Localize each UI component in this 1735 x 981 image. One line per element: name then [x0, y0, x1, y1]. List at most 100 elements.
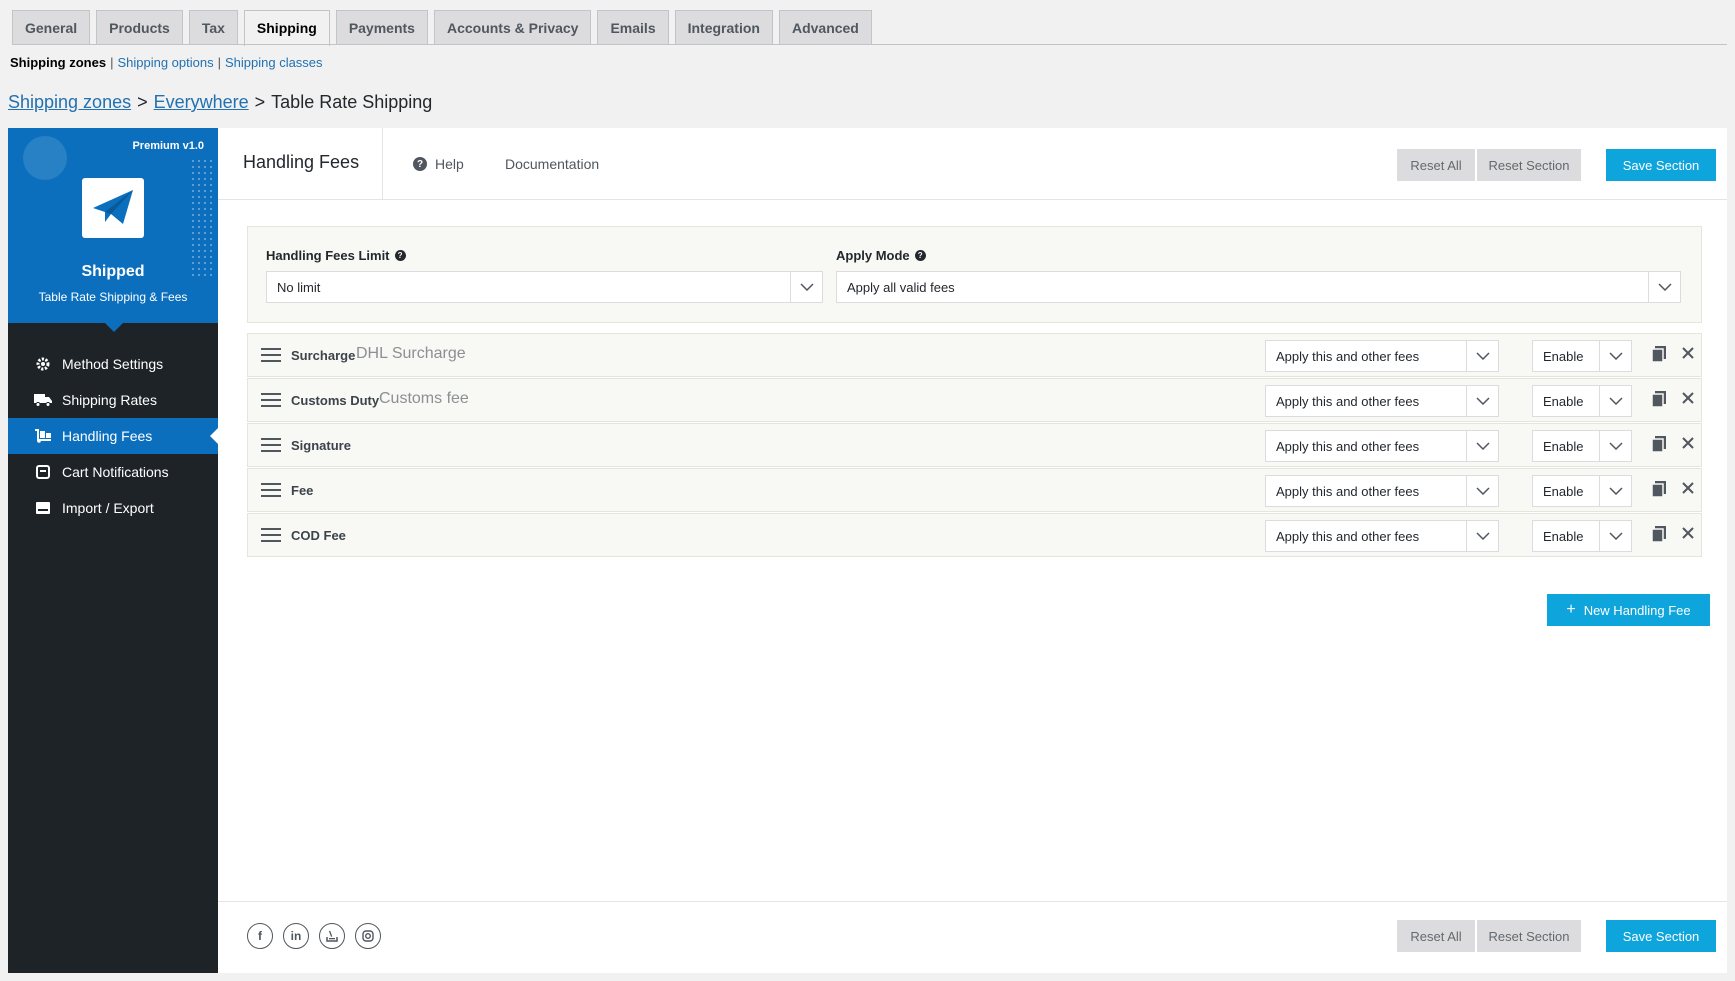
duplicate-icon[interactable] [1651, 481, 1666, 502]
sidebar-item-shipping-rates[interactable]: Shipping Rates [8, 382, 218, 418]
tab-shipping[interactable]: Shipping [243, 10, 330, 46]
decorative-dots [190, 158, 212, 278]
linkedin-icon[interactable]: in [283, 923, 309, 949]
plugin-panel: Premium v1.0 Shipped Table Rate Shipping… [8, 128, 1727, 973]
chevron-down-icon [1599, 386, 1631, 416]
duplicate-icon[interactable] [1651, 526, 1666, 547]
duplicate-icon[interactable] [1651, 346, 1666, 367]
breadcrumb-separator: > [254, 92, 266, 112]
close-icon[interactable] [1682, 526, 1694, 544]
chevron-down-icon [1466, 386, 1498, 416]
question-icon[interactable]: ? [394, 250, 406, 261]
fee-mode-select[interactable]: Apply this and other fees [1265, 520, 1499, 552]
new-handling-fee-button[interactable]: + New Handling Fee [1547, 594, 1710, 626]
drag-handle-icon[interactable] [261, 526, 281, 549]
import-export-icon [34, 499, 52, 517]
close-icon[interactable] [1682, 481, 1694, 499]
breadcrumb-everywhere[interactable]: Everywhere [154, 92, 249, 113]
reset-all-button[interactable]: Reset All [1397, 149, 1475, 181]
chevron-down-icon [1466, 476, 1498, 506]
page-title: Handling Fees [243, 152, 360, 172]
fee-row: Fee Apply this and other fees Enable [247, 468, 1702, 512]
fee-description: DHL Surcharge [356, 345, 466, 362]
save-section-button[interactable]: Save Section [1606, 149, 1716, 181]
select-value: Apply all valid fees [847, 279, 955, 295]
subnav-separator: | [110, 55, 114, 70]
fee-status-select[interactable]: Enable [1532, 475, 1632, 507]
question-icon[interactable]: ? [914, 250, 926, 261]
fee-mode-select[interactable]: Apply this and other fees [1265, 475, 1499, 507]
instagram-icon[interactable] [355, 923, 381, 949]
chevron-down-icon [1599, 521, 1631, 551]
duplicate-icon[interactable] [1651, 436, 1666, 457]
drag-handle-icon[interactable] [261, 436, 281, 459]
chevron-down-icon [790, 272, 822, 302]
tab-emails[interactable]: Emails [597, 10, 669, 45]
sidebar-item-cart-notifications[interactable]: Cart Notifications [8, 454, 218, 490]
reset-all-button[interactable]: Reset All [1397, 920, 1475, 952]
tab-general[interactable]: General [12, 10, 91, 45]
sidebar-item-label: Cart Notifications [62, 464, 169, 480]
help-link[interactable]: ? Help [413, 156, 464, 172]
subnav-shipping-options[interactable]: Shipping options [117, 55, 213, 70]
close-icon[interactable] [1682, 436, 1694, 454]
reset-section-button[interactable]: Reset Section [1477, 920, 1581, 952]
tab-payments[interactable]: Payments [335, 10, 428, 45]
select-value: No limit [277, 279, 321, 295]
gear-icon [34, 355, 52, 373]
tab-accounts-privacy[interactable]: Accounts & Privacy [433, 10, 592, 45]
paper-plane-logo-icon [82, 178, 144, 238]
footer-divider [218, 901, 1727, 902]
plus-icon: + [1566, 601, 1576, 618]
shipping-subnav: Shipping zones | Shipping options | Ship… [10, 55, 323, 70]
fee-mode-select[interactable]: Apply this and other fees [1265, 340, 1499, 372]
tab-products[interactable]: Products [96, 10, 183, 45]
sidebar-item-import-export[interactable]: Import / Export [8, 490, 218, 526]
header-divider [382, 128, 383, 200]
duplicate-icon[interactable] [1651, 391, 1666, 412]
save-section-button[interactable]: Save Section [1606, 920, 1716, 952]
tab-tax[interactable]: Tax [188, 10, 238, 45]
drag-handle-icon[interactable] [261, 391, 281, 414]
fee-name: Signature [291, 438, 351, 453]
apply-mode-select[interactable]: Apply all valid fees [836, 271, 1681, 303]
truck-icon [34, 391, 52, 409]
fee-status-select[interactable]: Enable [1532, 385, 1632, 417]
notification-icon [34, 463, 52, 481]
sidebar-item-handling-fees[interactable]: Handling Fees [8, 418, 218, 454]
select-value: Apply this and other fees [1276, 393, 1420, 409]
tab-advanced[interactable]: Advanced [778, 10, 872, 45]
fee-mode-select[interactable]: Apply this and other fees [1265, 430, 1499, 462]
subnav-shipping-zones[interactable]: Shipping zones [10, 55, 106, 70]
drag-handle-icon[interactable] [261, 346, 281, 369]
plugin-sidebar: Premium v1.0 Shipped Table Rate Shipping… [8, 128, 218, 973]
fee-status-select[interactable]: Enable [1532, 340, 1632, 372]
handling-fees-limit-select[interactable]: No limit [266, 271, 823, 303]
fee-row: Customs Duty Customs fee Apply this and … [247, 378, 1702, 422]
fee-status-select[interactable]: Enable [1532, 430, 1632, 462]
select-value: Apply this and other fees [1276, 483, 1420, 499]
drag-handle-icon[interactable] [261, 481, 281, 504]
fee-mode-select[interactable]: Apply this and other fees [1265, 385, 1499, 417]
close-icon[interactable] [1682, 391, 1694, 409]
breadcrumb-separator: > [137, 92, 148, 112]
documentation-link[interactable]: Documentation [505, 156, 599, 172]
chevron-down-icon [1599, 431, 1631, 461]
brand-name: Shipped [81, 263, 145, 280]
reset-section-button[interactable]: Reset Section [1477, 149, 1581, 181]
fee-row: Surcharge DHL Surcharge Apply this and o… [247, 333, 1702, 377]
sidebar-item-method-settings[interactable]: Method Settings [8, 346, 218, 382]
breadcrumb-shipping-zones[interactable]: Shipping zones [8, 92, 131, 113]
field-label-text: Apply Mode [836, 248, 910, 263]
close-icon[interactable] [1682, 346, 1694, 364]
fee-status-select[interactable]: Enable [1532, 520, 1632, 552]
fee-name: Customs Duty [291, 393, 380, 408]
stackoverflow-icon[interactable] [319, 923, 345, 949]
select-value: Enable [1543, 393, 1584, 409]
button-label: New Handling Fee [1583, 602, 1691, 618]
chevron-down-icon [1466, 521, 1498, 551]
tab-integration[interactable]: Integration [674, 10, 773, 45]
select-value: Enable [1543, 348, 1584, 364]
subnav-shipping-classes[interactable]: Shipping classes [225, 55, 323, 70]
facebook-icon[interactable]: f [247, 923, 273, 949]
